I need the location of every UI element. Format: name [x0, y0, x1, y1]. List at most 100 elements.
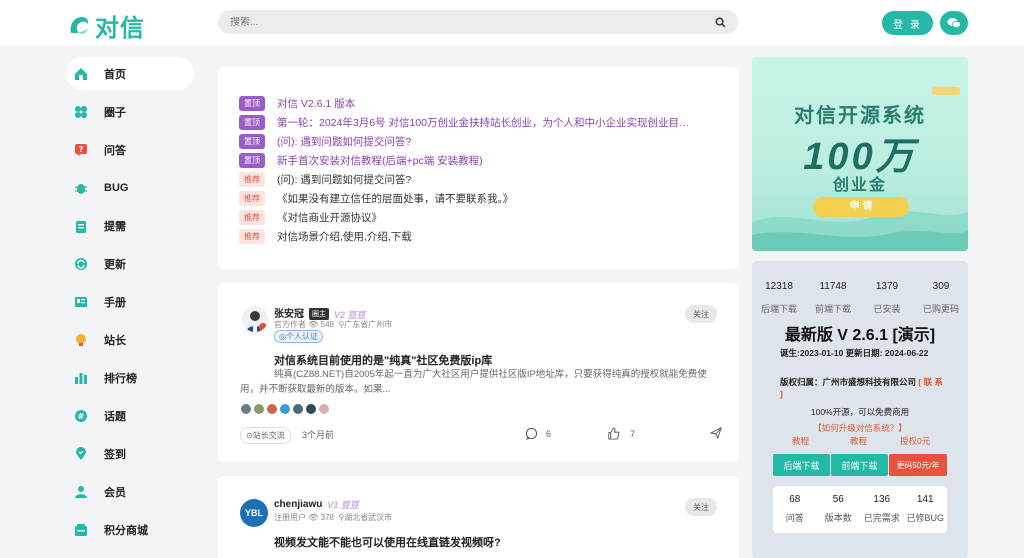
- download-stats: 12318 11748 1379 309: [752, 281, 968, 292]
- project-stats: 68 问答 56 版本数 136 已完需求 141 已修BUG: [773, 486, 947, 533]
- view-count: 548: [320, 320, 334, 329]
- frontend-download-button[interactable]: 前端下载: [831, 454, 888, 476]
- post-card[interactable]: YBL chenjiawu V1 豆豆 注册用户 👁 378 ⚲湖北省武汉市 关注…: [218, 476, 739, 558]
- logo[interactable]: 对信: [66, 8, 145, 43]
- sidebar-item-label: 站长: [104, 334, 126, 347]
- follow-button[interactable]: 关注: [685, 498, 717, 516]
- search-icon[interactable]: [715, 17, 726, 28]
- backend-download-button[interactable]: 后端下载: [773, 454, 830, 476]
- notice-title[interactable]: 对信场景介绍,使用,介绍,下载: [277, 229, 412, 244]
- sidebar-item-5[interactable]: 更新: [66, 247, 194, 280]
- circles-icon: [74, 105, 88, 119]
- project-stat[interactable]: 141 已修BUG: [904, 486, 948, 533]
- comment-button[interactable]: 6: [525, 427, 551, 440]
- promo-banner[interactable]: 对信开源系统 100万 创业金 申 请: [752, 57, 968, 251]
- notice-item[interactable]: 推荐 《如果没有建立信任的层面处事，请不要联系我。》: [239, 189, 739, 208]
- stat-label: 版本数: [824, 513, 852, 523]
- tutorial-link[interactable]: 教程: [850, 435, 867, 447]
- share-button[interactable]: [710, 427, 722, 439]
- avatar: [305, 403, 317, 415]
- buy-update-button[interactable]: 更码50元/年: [889, 454, 947, 476]
- notice-title[interactable]: (问): 遇到问题如何提交问答?: [277, 172, 411, 187]
- sidebar-item-label: 首页: [104, 68, 126, 81]
- like-button[interactable]: 7: [607, 427, 635, 440]
- avatar[interactable]: YBL: [240, 499, 268, 527]
- avatar: [253, 403, 265, 415]
- wechat-login-button[interactable]: [940, 11, 968, 35]
- notice-item[interactable]: 置顶 第一轮：2024年3月6号 对信100万创业金扶持站长创业，为个人和中小企业…: [239, 113, 739, 132]
- sidebar-item-1[interactable]: 圈子: [66, 95, 194, 128]
- sidebar-item-3[interactable]: BUG: [66, 171, 194, 204]
- stat-label: 已购更码: [922, 304, 959, 314]
- notice-item[interactable]: 推荐 (问): 遇到问题如何提交问答?: [239, 170, 739, 189]
- send-icon: [710, 427, 722, 439]
- sidebar-item-7[interactable]: 站长: [66, 323, 194, 356]
- sidebar-item-4[interactable]: 提需: [66, 209, 194, 242]
- post-card[interactable]: 张安冠 圈主 V2 豆豆 官方作者 👁 548 ⚲广东省广州市 ◎个人认证 关注 对…: [218, 283, 739, 462]
- sidebar-item-label: 排行榜: [104, 372, 137, 385]
- notice-item[interactable]: 置顶 对信 V2.6.1 版本: [239, 94, 739, 113]
- question-icon: ?: [74, 143, 88, 157]
- sidebar-item-10[interactable]: 签到: [66, 437, 194, 470]
- sidebar-item-6[interactable]: 手册: [66, 285, 194, 318]
- location-icon: [74, 446, 88, 461]
- tutorial-link[interactable]: 教程: [792, 435, 809, 447]
- view-count: 378: [320, 513, 334, 522]
- trophy-icon: [74, 333, 88, 347]
- verify-icon: ◎: [279, 332, 286, 341]
- sidebar-item-9[interactable]: # 话题: [66, 399, 194, 432]
- notice-item[interactable]: 推荐 对信场景介绍,使用,介绍,下载: [239, 227, 739, 246]
- apply-button[interactable]: 申 请: [813, 197, 909, 217]
- notice-item[interactable]: 置顶 新手首次安装对信教程(后端+pc端 安装教程): [239, 151, 739, 170]
- topic-tag[interactable]: ⊙站长交流: [240, 427, 291, 444]
- post-excerpt[interactable]: 纯真(CZ88.NET)自2005年起一直为广大社区用户提供社区版IP地址库，只…: [240, 367, 720, 397]
- liker-avatars[interactable]: [240, 403, 331, 415]
- notice-title[interactable]: 新手首次安装对信教程(后端+pc端 安装教程): [277, 153, 483, 168]
- sidebar-item-8[interactable]: 排行榜: [66, 361, 194, 394]
- level-badge: V1 豆豆: [327, 500, 359, 510]
- sidebar-item-12[interactable]: 积分商城: [66, 513, 194, 546]
- search-input[interactable]: [230, 16, 715, 28]
- refresh-icon: [74, 257, 88, 271]
- shop-icon: [74, 523, 88, 537]
- notice-title[interactable]: 对信 V2.6.1 版本: [277, 96, 355, 111]
- top-bar: 对信 登 录: [0, 0, 1024, 46]
- project-stat[interactable]: 68 问答: [773, 486, 817, 533]
- sidebar-item-2[interactable]: ? 问答: [66, 133, 194, 166]
- author-name[interactable]: chenjiawu V1 豆豆: [274, 498, 359, 511]
- notice-title[interactable]: 《对信商业开源协议》: [277, 210, 382, 225]
- sidebar-item-label: 签到: [104, 448, 126, 461]
- notice-item[interactable]: 置顶 (问): 遇到问题如何提交问答?: [239, 132, 739, 151]
- authorization-link[interactable]: 授权0元: [900, 435, 930, 447]
- upgrade-link[interactable]: 【如何升级对信系统？】: [752, 422, 968, 434]
- stat-value: 309: [932, 281, 950, 292]
- stat-label: 已完需求: [863, 513, 900, 523]
- topic-icon: ⊙: [246, 431, 253, 440]
- copyright-owner: 版权归属：广州市盛想科技有限公司 [ 联 系 ]: [780, 376, 948, 400]
- stat-value: 136: [873, 494, 891, 505]
- post-title[interactable]: 对信系统目前使用的是"纯真"社区免费版ip库: [274, 352, 492, 368]
- stat-value: 141: [916, 494, 934, 505]
- author-meta: 注册用户 👁 378 ⚲湖北省武汉市: [274, 512, 392, 523]
- stat-value: 11748: [819, 281, 847, 292]
- stat-label: 后端下载: [760, 304, 797, 314]
- sidebar-item-0[interactable]: 首页: [66, 57, 194, 90]
- notice-item[interactable]: 推荐 《对信商业开源协议》: [239, 208, 739, 227]
- notice-card: 置顶 对信 V2.6.1 版本 置顶 第一轮：2024年3月6号 对信100万创业金扶…: [218, 67, 739, 269]
- sidebar-item-label: 积分商城: [104, 524, 148, 537]
- notice-title[interactable]: 第一轮：2024年3月6号 对信100万创业金扶持站长创业，为个人和中小企业实现…: [277, 115, 689, 130]
- notice-title[interactable]: 《如果没有建立信任的层面处事，请不要联系我。》: [277, 191, 513, 206]
- avatar: [279, 403, 291, 415]
- project-stat[interactable]: 136 已完需求: [860, 486, 904, 533]
- notice-title[interactable]: (问): 遇到问题如何提交问答?: [277, 134, 411, 149]
- author-name-text[interactable]: chenjiawu: [274, 499, 322, 510]
- clipboard-icon: [74, 219, 88, 233]
- project-stat[interactable]: 56 版本数: [817, 486, 861, 533]
- sidebar-item-11[interactable]: 会员: [66, 475, 194, 508]
- follow-button[interactable]: 关注: [685, 305, 717, 323]
- eye-icon: 👁: [308, 320, 319, 329]
- avatar[interactable]: [242, 306, 268, 332]
- post-title[interactable]: 视频发文能不能也可以使用在线直链发视频呀?: [274, 534, 501, 550]
- login-button[interactable]: 登 录: [882, 11, 933, 35]
- search-bar[interactable]: [218, 10, 738, 34]
